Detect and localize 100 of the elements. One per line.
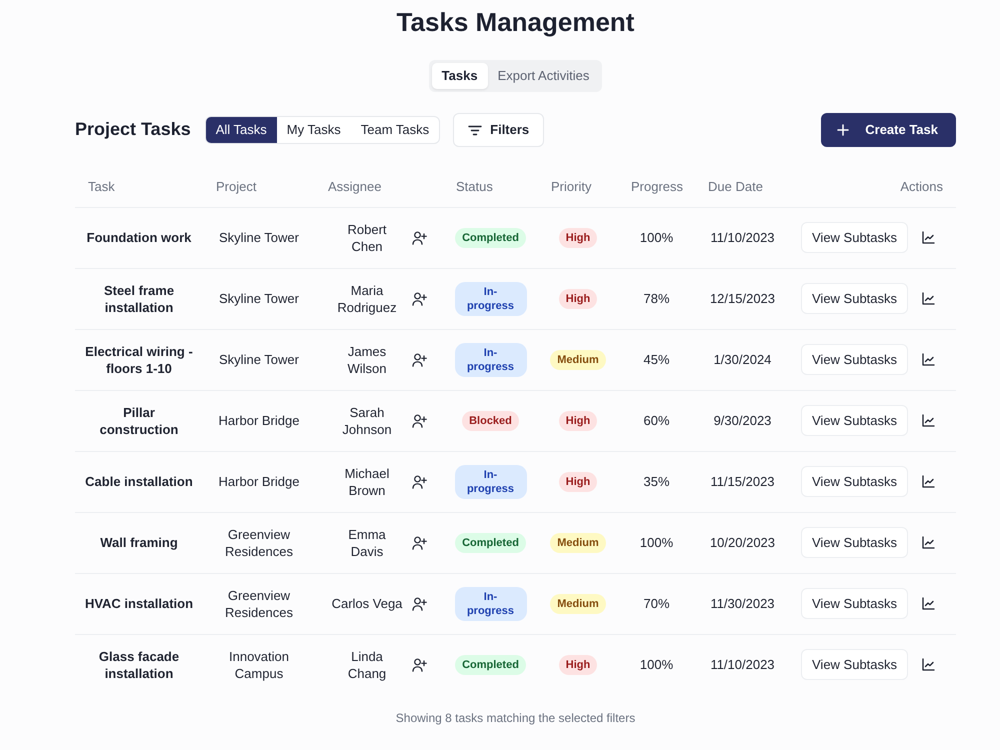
- line-chart-icon[interactable]: [922, 231, 936, 244]
- due-date: 10/20/2023: [695, 512, 790, 573]
- priority-badge: High: [558, 472, 598, 492]
- task-name: Steel frame installation: [75, 268, 203, 329]
- priority-badge: High: [558, 654, 598, 675]
- line-chart-icon[interactable]: [922, 597, 936, 610]
- project-name: Skyline Tower: [203, 329, 315, 390]
- column-header: Due Date: [695, 167, 790, 207]
- task-name: Wall framing: [75, 512, 203, 573]
- line-chart-icon[interactable]: [922, 414, 936, 427]
- plus-icon: [837, 124, 850, 136]
- view-subtasks-button[interactable]: View Subtasks: [801, 405, 908, 436]
- create-task-button[interactable]: Create Task: [821, 113, 956, 147]
- scope-tab[interactable]: My Tasks: [276, 117, 351, 143]
- line-chart-icon[interactable]: [922, 536, 936, 549]
- progress-value: 60%: [618, 390, 695, 451]
- project-name: Skyline Tower: [203, 207, 315, 268]
- due-date: 11/30/2023: [695, 573, 790, 634]
- line-chart-icon[interactable]: [922, 353, 936, 366]
- section-title: Project Tasks: [75, 119, 191, 141]
- add-user-icon[interactable]: [412, 414, 427, 428]
- due-date: 11/10/2023: [695, 634, 790, 695]
- due-date: 11/10/2023: [695, 207, 790, 268]
- assignee-name: Robert Chen: [346, 220, 388, 254]
- line-chart-icon[interactable]: [922, 658, 936, 672]
- status-badge: In-progress: [454, 282, 526, 316]
- due-date: 1/30/2024: [695, 329, 790, 390]
- task-name: Electrical wiring - floors 1-10: [75, 329, 203, 390]
- task-name: Foundation work: [75, 207, 203, 268]
- column-header: Task: [75, 167, 203, 207]
- assignee-name: Maria Rodriguez: [336, 282, 398, 316]
- view-subtasks-button[interactable]: View Subtasks: [801, 588, 908, 619]
- status-badge: In-progress: [454, 586, 526, 620]
- status-badge: Completed: [455, 228, 526, 248]
- page-title: Tasks Management: [396, 6, 636, 38]
- task-name: HVAC installation: [75, 573, 203, 634]
- add-user-icon[interactable]: [412, 596, 427, 610]
- view-subtasks-button[interactable]: View Subtasks: [801, 344, 908, 375]
- priority-badge: High: [558, 288, 598, 308]
- line-chart-icon[interactable]: [922, 475, 936, 488]
- view-subtasks-button[interactable]: View Subtasks: [801, 222, 908, 253]
- add-user-icon[interactable]: [412, 292, 427, 306]
- status-badge: In-progress: [454, 342, 526, 376]
- assignee-name: Sarah Johnson: [341, 404, 393, 438]
- view-subtasks-button[interactable]: View Subtasks: [801, 466, 908, 497]
- task-name: Cable installation: [75, 451, 203, 512]
- view-subtasks-button[interactable]: View Subtasks: [801, 283, 908, 314]
- status-badge: In-progress: [454, 464, 526, 498]
- due-date: 12/15/2023: [695, 268, 790, 329]
- view-tab[interactable]: Export Activities: [488, 63, 600, 89]
- project-name: Skyline Tower: [203, 268, 315, 329]
- progress-value: 100%: [618, 207, 695, 268]
- project-name: Greenview Residences: [203, 512, 315, 573]
- add-user-icon[interactable]: [412, 230, 427, 244]
- view-tab[interactable]: Tasks: [432, 63, 488, 89]
- status-badge: Completed: [455, 532, 526, 552]
- add-user-icon[interactable]: [412, 474, 427, 488]
- assignee-name: Michael Brown: [344, 464, 390, 498]
- column-header: Assignee: [315, 167, 443, 207]
- due-date: 11/15/2023: [695, 451, 790, 512]
- scope-tab[interactable]: All Tasks: [206, 117, 277, 143]
- progress-value: 70%: [618, 573, 695, 634]
- view-subtasks-button[interactable]: View Subtasks: [801, 649, 908, 680]
- filter-icon: [468, 124, 482, 136]
- column-header: Status: [443, 167, 538, 207]
- task-name: Glass facade installation: [75, 634, 203, 695]
- progress-value: 35%: [618, 451, 695, 512]
- project-name: Harbor Bridge: [203, 451, 315, 512]
- priority-badge: Medium: [550, 350, 606, 370]
- project-name: Greenview Residences: [203, 573, 315, 634]
- assignee-name: Emma Davis: [347, 526, 387, 560]
- priority-badge: Medium: [550, 594, 606, 614]
- add-user-icon[interactable]: [412, 658, 427, 672]
- column-header: Priority: [538, 167, 618, 207]
- assignee-name: Carlos Vega: [331, 595, 403, 612]
- column-header: Project: [203, 167, 315, 207]
- priority-badge: High: [558, 410, 598, 430]
- project-name: Harbor Bridge: [203, 390, 315, 451]
- progress-value: 78%: [618, 268, 695, 329]
- status-badge: Blocked: [462, 410, 519, 430]
- view-subtasks-button[interactable]: View Subtasks: [801, 527, 908, 558]
- progress-value: 45%: [618, 329, 695, 390]
- due-date: 9/30/2023: [695, 390, 790, 451]
- scope-tab[interactable]: Team Tasks: [350, 117, 440, 143]
- line-chart-icon[interactable]: [922, 292, 936, 305]
- status-badge: Completed: [455, 654, 526, 675]
- add-user-icon[interactable]: [412, 352, 427, 366]
- results-summary: Showing 8 tasks matching the selected filters: [396, 711, 636, 725]
- project-name: Innovation Campus: [203, 634, 315, 695]
- progress-value: 100%: [618, 634, 695, 695]
- task-name: Pillar construction: [75, 390, 203, 451]
- priority-badge: High: [558, 228, 598, 248]
- progress-value: 100%: [618, 512, 695, 573]
- column-header: Progress: [618, 167, 695, 207]
- add-user-icon[interactable]: [412, 536, 427, 550]
- assignee-name: Linda Chang: [346, 648, 388, 682]
- column-header: Actions: [790, 167, 956, 207]
- assignee-name: James Wilson: [346, 342, 388, 376]
- priority-badge: Medium: [550, 532, 606, 552]
- filters-button[interactable]: Filters: [453, 113, 544, 147]
